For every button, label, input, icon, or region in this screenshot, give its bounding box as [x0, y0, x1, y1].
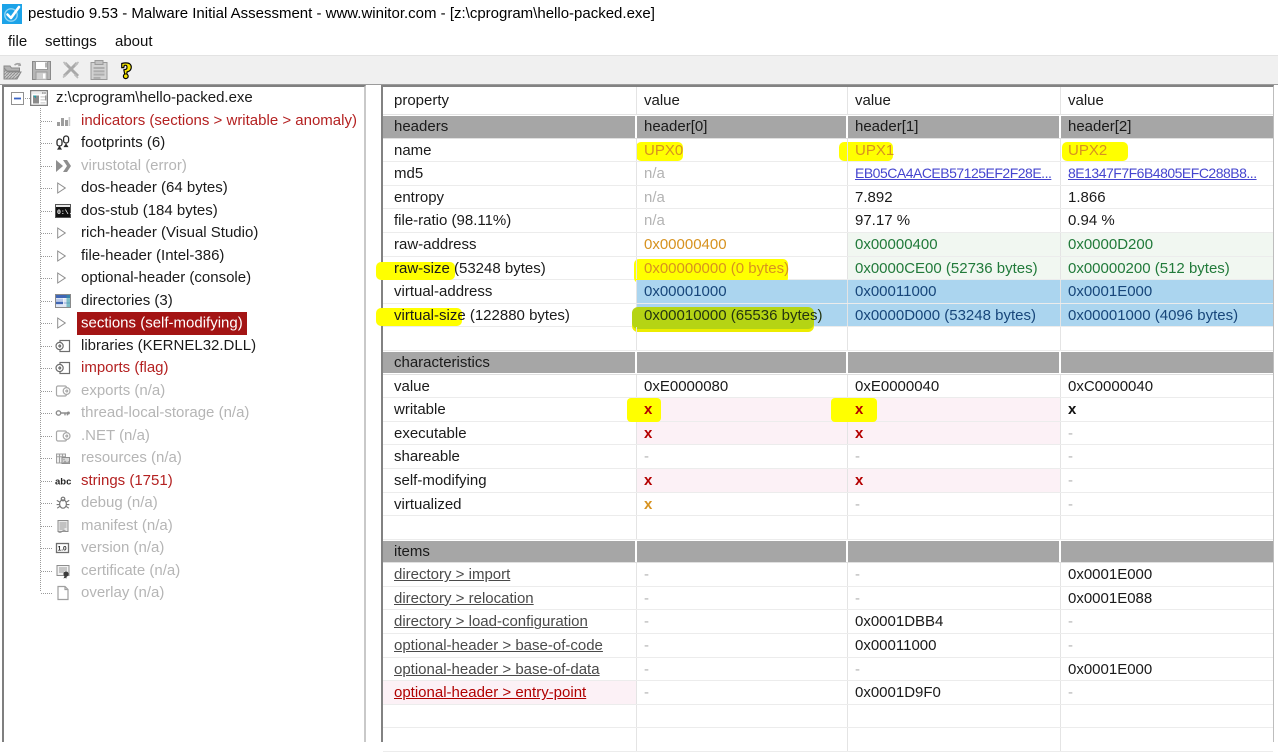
svg-text:abc: abc: [55, 476, 71, 487]
svg-text:1.0: 1.0: [58, 546, 67, 553]
svg-text:0:\.: 0:\.: [57, 209, 71, 216]
svg-text:?: ?: [121, 60, 132, 82]
